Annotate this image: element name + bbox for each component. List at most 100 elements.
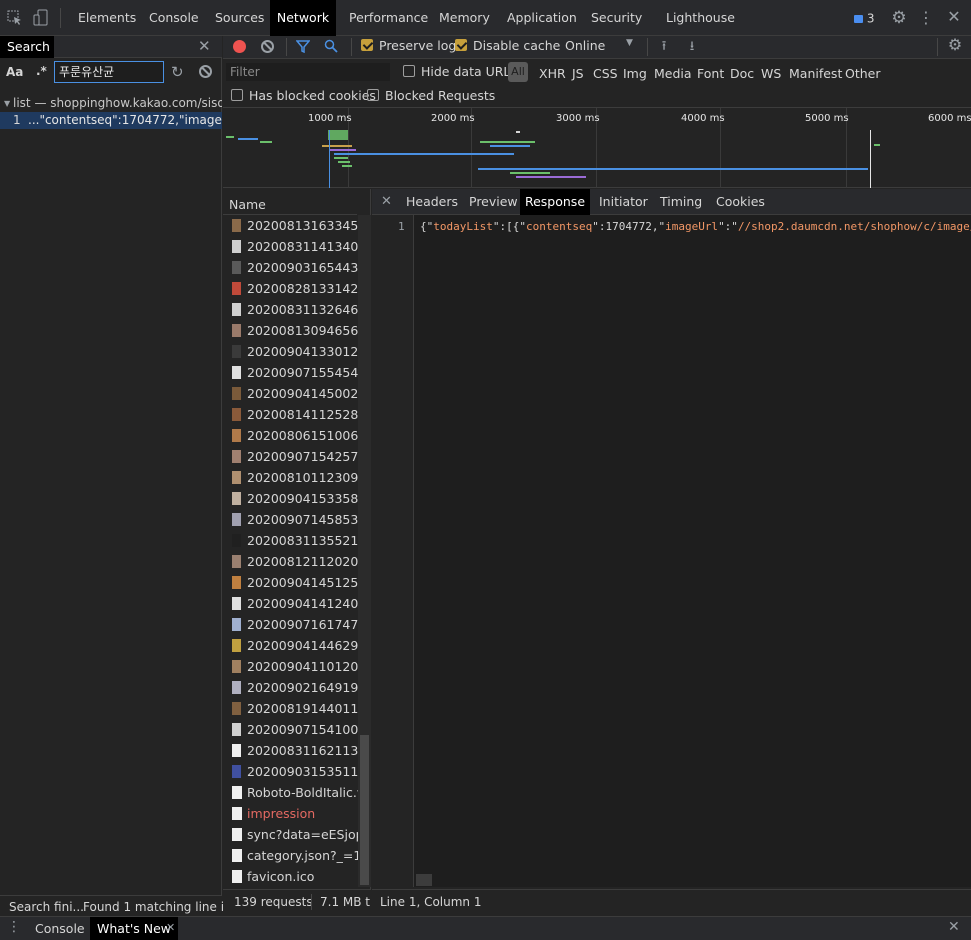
request-list-scrollbar[interactable] [358, 215, 371, 887]
type-filter-doc[interactable]: Doc [730, 66, 754, 81]
tab-elements[interactable]: Elements [78, 0, 136, 36]
type-filter-xhr[interactable]: XHR [539, 66, 566, 81]
drawer-menu-icon[interactable]: ⋮ [7, 919, 21, 937]
blocked-requests-checkbox[interactable] [367, 89, 379, 101]
tab-cookies[interactable]: Cookies [716, 189, 765, 215]
request-row[interactable]: 20200813163345986 [224, 215, 358, 236]
clear-search-icon[interactable] [199, 65, 212, 78]
type-filter-font[interactable]: Font [697, 66, 724, 81]
type-filter-js[interactable]: JS [572, 66, 584, 81]
request-row[interactable]: 20200831141340590 [224, 236, 358, 257]
request-row[interactable]: 20200819144011839 [224, 698, 358, 719]
close-drawer-icon[interactable]: ✕ [948, 919, 960, 935]
request-row[interactable]: 20200814112528107 [224, 404, 358, 425]
type-filter-img[interactable]: Img [623, 66, 647, 81]
name-column-header[interactable]: Name [223, 194, 357, 215]
request-row[interactable]: Roboto-BoldItalic.wo [224, 782, 358, 803]
tab-sources[interactable]: Sources [215, 0, 264, 36]
request-row[interactable]: 20200904144629770 [224, 635, 358, 656]
request-row[interactable]: 20200904153358857 [224, 488, 358, 509]
request-row[interactable]: sync?data=eESjopq8 [224, 824, 358, 845]
request-row[interactable]: 20200813094656810 [224, 320, 358, 341]
type-filter-all[interactable]: All [508, 62, 528, 82]
request-row[interactable]: 20200904141240353 [224, 593, 358, 614]
request-row[interactable]: impression [224, 803, 358, 824]
horizontal-scrollbar[interactable] [414, 873, 971, 887]
close-devtools-icon[interactable]: ✕ [945, 7, 963, 27]
type-filter-manifest[interactable]: Manifest [789, 66, 842, 81]
request-row[interactable]: 20200831132646636 [224, 299, 358, 320]
tab-network[interactable]: Network [270, 0, 336, 36]
request-row[interactable]: 20200907154257694 [224, 446, 358, 467]
search-result-line[interactable]: 1 ..."contentseq":1704772,"imageUrl... [0, 112, 222, 129]
regex-button[interactable]: .* [36, 64, 47, 78]
issues-badge[interactable]: 3 [854, 11, 874, 26]
request-row[interactable]: 20200904133012964 [224, 341, 358, 362]
has-blocked-cookies-checkbox[interactable] [231, 89, 243, 101]
request-row[interactable]: 20200903165443844 [224, 257, 358, 278]
request-row[interactable]: 20200904145125232 [224, 572, 358, 593]
import-har-icon[interactable]: ⭱ [657, 37, 671, 54]
filter-input[interactable]: Filter [226, 63, 390, 81]
request-row[interactable]: 20200907155454026 [224, 362, 358, 383]
refresh-icon[interactable]: ↻ [171, 63, 184, 81]
tab-timing[interactable]: Timing [660, 189, 702, 215]
inspect-element-icon[interactable] [6, 10, 24, 26]
type-filter-ws[interactable]: WS [761, 66, 781, 81]
scrollbar-thumb[interactable] [360, 735, 369, 885]
tab-headers[interactable]: Headers [406, 189, 458, 215]
type-filter-css[interactable]: CSS [593, 66, 618, 81]
request-row[interactable]: favicon.ico [224, 866, 358, 887]
request-row[interactable]: 20200810112309189 [224, 467, 358, 488]
record-button[interactable] [233, 40, 246, 53]
search-icon[interactable] [324, 39, 338, 53]
close-search-icon[interactable]: ✕ [198, 37, 211, 55]
tab-response[interactable]: Response [520, 189, 590, 215]
type-filter-media[interactable]: Media [654, 66, 692, 81]
request-row[interactable]: 20200812112020454 [224, 551, 358, 572]
request-row[interactable]: 20200907145853483 [224, 509, 358, 530]
response-editor[interactable] [372, 215, 971, 887]
tab-application[interactable]: Application [507, 0, 577, 36]
drawer-tab-console[interactable]: Console [35, 921, 85, 936]
request-row[interactable]: 20200806151006262 [224, 425, 358, 446]
more-options-icon[interactable]: ⋮ [918, 8, 934, 28]
tab-preview[interactable]: Preview [469, 189, 518, 215]
tab-console[interactable]: Console [149, 0, 199, 36]
disable-cache-checkbox[interactable] [455, 39, 467, 51]
tab-performance[interactable]: Performance [349, 0, 428, 36]
export-har-icon[interactable]: ⭳ [685, 37, 699, 54]
hide-data-urls-checkbox[interactable] [403, 65, 415, 77]
tab-memory[interactable]: Memory [439, 0, 490, 36]
filter-funnel-icon[interactable] [295, 40, 311, 54]
match-case-button[interactable]: Aa [6, 65, 23, 79]
throttling-select[interactable]: Online ▼ [565, 38, 637, 54]
file-icon [232, 849, 242, 862]
drawer-tab-whats-new[interactable]: What's New ✕ [90, 917, 178, 940]
close-tab-icon[interactable]: ✕ [166, 921, 175, 934]
request-row[interactable]: 20200902164919468 [224, 677, 358, 698]
request-row[interactable]: category.json?_=159. [224, 845, 358, 866]
tab-security[interactable]: Security [591, 0, 642, 36]
tab-lighthouse[interactable]: Lighthouse [666, 0, 735, 36]
device-toolbar-icon[interactable] [32, 9, 50, 27]
search-input[interactable]: 푸룬유산균 [54, 61, 164, 83]
request-row[interactable]: 20200907154100437 [224, 719, 358, 740]
divider [311, 894, 312, 910]
preserve-log-checkbox[interactable] [361, 39, 373, 51]
network-settings-gear-icon[interactable]: ⚙ [946, 35, 964, 54]
request-row[interactable]: 20200831135521981 [224, 530, 358, 551]
request-row[interactable]: 20200904145002138 [224, 383, 358, 404]
close-detail-icon[interactable]: ✕ [381, 194, 392, 209]
request-row[interactable]: 20200828133142142 [224, 278, 358, 299]
scrollbar-thumb[interactable] [416, 874, 432, 886]
request-row[interactable]: 20200831162113409 [224, 740, 358, 761]
search-result-file[interactable]: ▼ list — shoppinghow.kakao.com/siso/... [0, 95, 222, 112]
settings-gear-icon[interactable]: ⚙ [890, 8, 908, 28]
tab-initiator[interactable]: Initiator [599, 189, 648, 215]
request-row[interactable]: 20200904110120376 [224, 656, 358, 677]
request-row[interactable]: 20200907161747748 [224, 614, 358, 635]
request-row[interactable]: 20200903153511527 [224, 761, 358, 782]
type-filter-other[interactable]: Other [845, 66, 881, 81]
clear-log-icon[interactable] [261, 40, 274, 53]
